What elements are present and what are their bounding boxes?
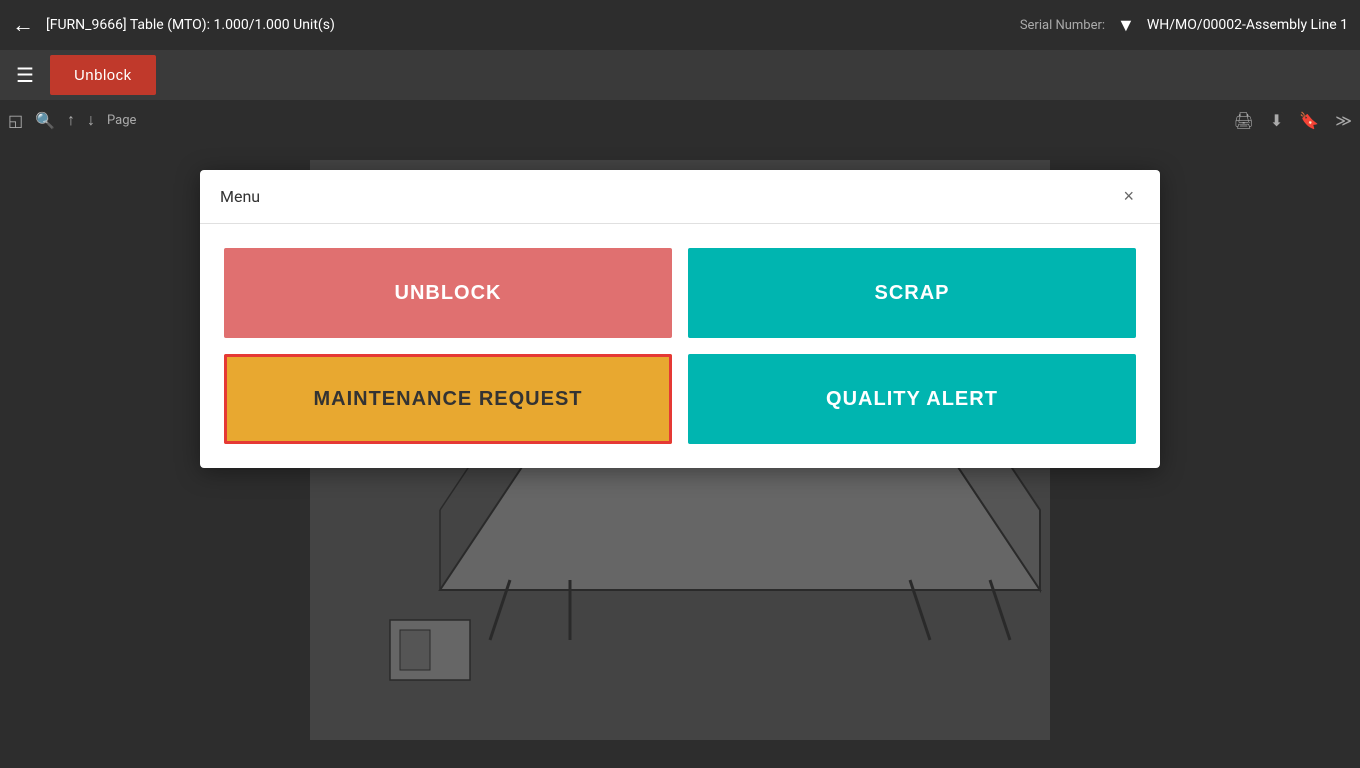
modal-body: UNBLOCK SCRAP MAINTENANCE REQUEST QUALIT…	[200, 224, 1160, 468]
maintenance-request-button[interactable]: MAINTENANCE REQUEST	[224, 354, 672, 444]
back-button[interactable]: ←	[12, 12, 34, 38]
print-icon[interactable]: 🖨	[1234, 111, 1254, 130]
second-bar: ☰ Unblock	[0, 50, 1360, 100]
up-icon[interactable]: ↑	[67, 110, 75, 130]
modal-backdrop: Menu × UNBLOCK SCRAP MAINTENANCE REQUEST…	[0, 140, 1360, 768]
workorder-label: WH/MO/00002-Assembly Line 1	[1147, 17, 1348, 33]
modal-title: Menu	[220, 187, 260, 206]
top-bar: ← [FURN_9666] Table (MTO): 1.000/1.000 U…	[0, 0, 1360, 50]
search-icon[interactable]: 🔍	[35, 111, 55, 130]
more-icon[interactable]: ≫	[1335, 111, 1352, 130]
modal-close-button[interactable]: ×	[1117, 184, 1140, 209]
scrap-button[interactable]: SCRAP	[688, 248, 1136, 338]
hamburger-button[interactable]: ☰	[8, 59, 42, 92]
modal-header: Menu ×	[200, 170, 1160, 224]
down-icon[interactable]: ↓	[87, 110, 95, 130]
third-bar: ◱ 🔍 ↑ ↓ Page 🖨 ⬇ 🔖 ≫	[0, 100, 1360, 140]
menu-modal: Menu × UNBLOCK SCRAP MAINTENANCE REQUEST…	[200, 170, 1160, 468]
page-label: Page	[107, 113, 136, 128]
bookmark-icon[interactable]: 🔖	[1299, 111, 1319, 130]
dropdown-icon[interactable]: ▼	[1117, 15, 1135, 36]
page-title: [FURN_9666] Table (MTO): 1.000/1.000 Uni…	[46, 17, 1008, 33]
quality-alert-button[interactable]: QUALITY ALERT	[688, 354, 1136, 444]
main-content: Menu × UNBLOCK SCRAP MAINTENANCE REQUEST…	[0, 140, 1360, 768]
panel-icon[interactable]: ◱	[8, 111, 23, 130]
unblock-button[interactable]: Unblock	[50, 55, 156, 95]
download-icon[interactable]: ⬇	[1270, 111, 1283, 130]
serial-label: Serial Number:	[1020, 18, 1105, 33]
unblock-menu-button[interactable]: UNBLOCK	[224, 248, 672, 338]
toolbar-right: 🖨 ⬇ 🔖 ≫	[1234, 111, 1352, 130]
